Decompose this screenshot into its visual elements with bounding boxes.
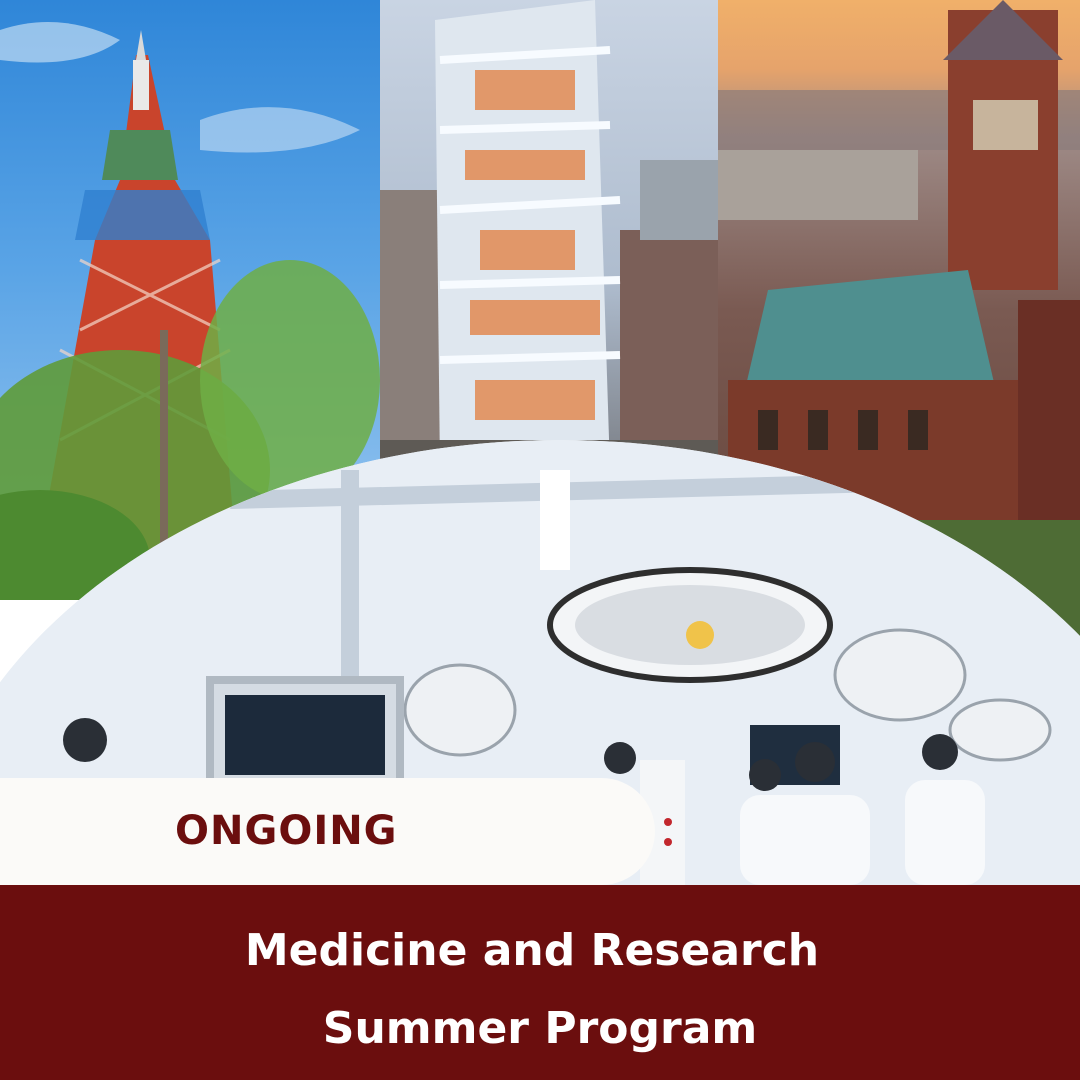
- status-ribbon: ONGOING: [0, 778, 655, 885]
- status-badge: ONGOING: [175, 808, 398, 854]
- glass-tower-illustration: [380, 0, 718, 470]
- title-banner: Medicine and Research Summer Program: [0, 885, 1080, 1080]
- program-title-line-2: Summer Program: [322, 1003, 758, 1054]
- photo-collage: [0, 0, 1080, 885]
- program-title-line-1: Medicine and Research: [244, 925, 820, 976]
- glass-tower-photo: [380, 0, 718, 470]
